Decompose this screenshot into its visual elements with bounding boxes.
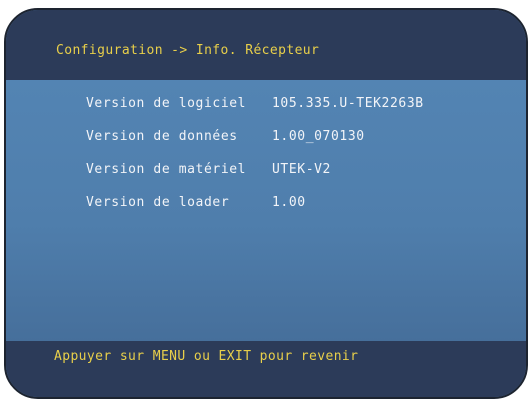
software-version-row: Version de logiciel 105.335.U-TEK2263B (86, 96, 424, 111)
software-version-label: Version de logiciel (86, 96, 247, 111)
receiver-info-panel: Version de logiciel 105.335.U-TEK2263B Ve… (6, 80, 526, 341)
footer-bar: Appuyer sur MENU ou EXIT pour revenir (6, 341, 526, 397)
hardware-version-row: Version de matériel UTEK-V2 (86, 162, 331, 177)
data-version-row: Version de données 1.00_070130 (86, 129, 365, 144)
loader-version-label: Version de loader (86, 195, 230, 210)
data-version-value: 1.00_070130 (272, 129, 365, 144)
hardware-version-value: UTEK-V2 (272, 162, 331, 177)
footer-hint: Appuyer sur MENU ou EXIT pour revenir (54, 349, 359, 364)
loader-version-row: Version de loader 1.00 (86, 195, 306, 210)
software-version-value: 105.335.U-TEK2263B (272, 96, 424, 111)
data-version-label: Version de données (86, 129, 238, 144)
title-bar: Configuration -> Info. Récepteur (6, 10, 526, 80)
loader-version-value: 1.00 (272, 195, 306, 210)
hardware-version-label: Version de matériel (86, 162, 247, 177)
page-title: Configuration -> Info. Récepteur (56, 43, 320, 58)
tv-screen-frame: Configuration -> Info. Récepteur Version… (4, 8, 528, 399)
